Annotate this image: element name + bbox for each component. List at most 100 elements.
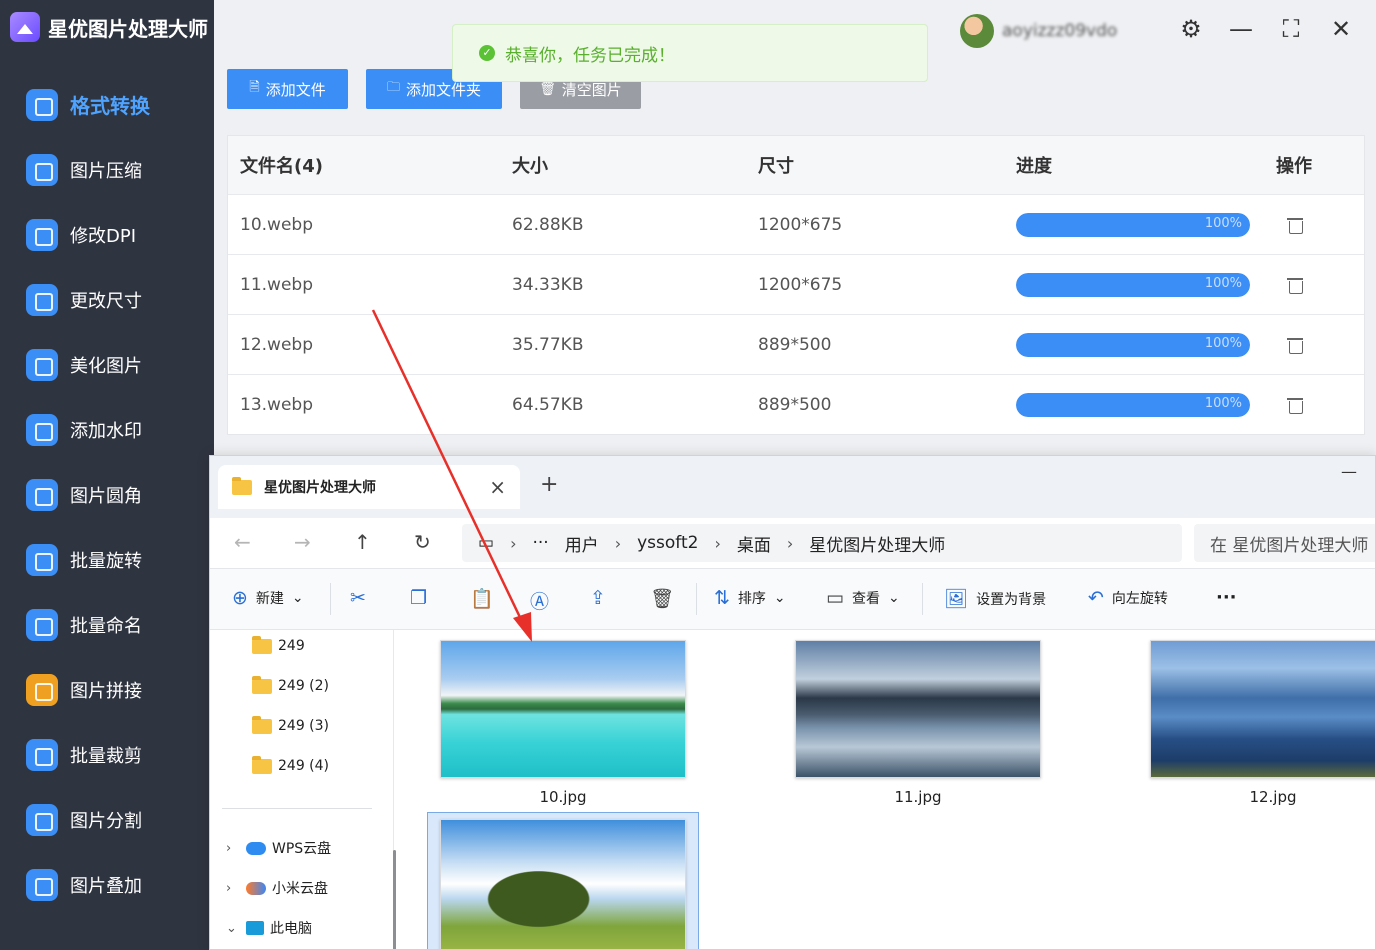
delete-row-icon[interactable]	[1286, 396, 1304, 414]
set-background-button[interactable]: 🖼 设置为背景	[944, 587, 1046, 610]
close-icon[interactable]: ✕	[1326, 14, 1356, 44]
paste-icon[interactable]: 📋	[470, 587, 494, 610]
sidebar-item-0[interactable]: 格式转换	[0, 72, 214, 137]
user-info[interactable]: aoyizzz09vdo	[960, 14, 1150, 48]
sidebar-item-10[interactable]: 批量裁剪	[0, 722, 214, 787]
share-icon[interactable]: ⇪	[590, 587, 606, 609]
tree-folder-249-4[interactable]: 249 (4)	[252, 755, 329, 774]
sidebar-item-8[interactable]: 批量命名	[0, 592, 214, 657]
file-grid: 10.jpg 11.jpg 12.jpg	[404, 630, 1375, 949]
new-button[interactable]: ⊕ 新建 ⌄	[232, 587, 304, 609]
folder-icon: 🗀	[386, 80, 400, 95]
avatar[interactable]	[960, 14, 994, 48]
tree-scrollbar[interactable]	[393, 850, 396, 949]
view-button[interactable]: ▭ 查看 ⌄	[826, 587, 900, 609]
delete-row-icon[interactable]	[1286, 216, 1304, 234]
breadcrumb-desktop[interactable]: 桌面	[737, 531, 771, 556]
breadcrumb-users[interactable]: 用户	[565, 531, 599, 556]
breadcrumb-yssoft2[interactable]: yssoft2	[637, 533, 698, 553]
sidebar-item-12[interactable]: 图片叠加	[0, 852, 214, 917]
tree-folder-249[interactable]: 249	[252, 635, 305, 654]
app-title: 星优图片处理大师	[48, 16, 208, 41]
breadcrumb-overflow[interactable]: ···	[532, 533, 548, 553]
add-file-label: 添加文件	[265, 80, 326, 99]
maximize-icon[interactable]: ⛶	[1276, 14, 1306, 44]
sidebar-item-label: 批量命名	[70, 615, 142, 637]
explorer-minimize-icon[interactable]: —	[1341, 462, 1357, 481]
divider	[696, 583, 697, 615]
table-row: 11.webp 34.33KB 1200*675 100%	[228, 254, 1364, 314]
sort-icon: ⇅	[714, 587, 730, 609]
delete-row-icon[interactable]	[1286, 336, 1304, 354]
tree-root-label: WPS云盘	[272, 841, 332, 857]
sidebar: 星优图片处理大师 格式转换 图片压缩 修改DPI 更改尺寸 美化图片 添加水印 图片圆角 批量…	[0, 0, 214, 950]
copy-icon[interactable]: ❐	[410, 587, 427, 609]
header-dimensions: 尺寸	[758, 156, 794, 177]
delete-row-icon[interactable]	[1286, 276, 1304, 294]
cell-actions	[1264, 396, 1364, 414]
forward-icon[interactable]: →	[294, 530, 311, 554]
cell-actions	[1264, 276, 1364, 294]
rotate-left-button[interactable]: ↶ 向左旋转	[1088, 587, 1168, 609]
back-icon[interactable]: ←	[234, 530, 251, 554]
sidebar-item-1[interactable]: 图片压缩	[0, 137, 214, 202]
file-item[interactable]: 11.jpg	[795, 640, 1041, 806]
progress-label: 100%	[1204, 395, 1242, 411]
new-tab-icon[interactable]: +	[540, 472, 558, 497]
refresh-icon[interactable]: ↻	[414, 530, 431, 554]
rename-icon[interactable]: Ⓐ	[530, 587, 549, 614]
sidebar-item-6[interactable]: 图片圆角	[0, 462, 214, 527]
close-tab-icon[interactable]: ×	[489, 475, 506, 499]
explorer-tab[interactable]: 星优图片处理大师 ×	[218, 465, 520, 509]
cell-actions	[1264, 336, 1364, 354]
sidebar-item-label: 格式转换	[70, 94, 150, 118]
cut-icon[interactable]: ✂	[350, 587, 366, 609]
more-options-button[interactable]: ···	[1216, 587, 1237, 608]
sidebar-item-2[interactable]: 修改DPI	[0, 202, 214, 267]
sidebar-item-7[interactable]: 批量旋转	[0, 527, 214, 592]
breadcrumb[interactable]: ▭ › ··· 用户 › yssoft2 › 桌面 › 星优图片处理大师	[462, 524, 1182, 562]
tree-this-pc[interactable]: ⌄ 此电脑	[226, 918, 312, 938]
explorer-body: 249 249 (2) 249 (3) 249 (4) › WPS云盘 › 小米…	[210, 630, 1375, 949]
settings-icon[interactable]: ⚙	[1176, 14, 1206, 44]
file-item-selected[interactable]	[427, 812, 699, 949]
search-input[interactable]: 在 星优图片处理大师	[1194, 524, 1375, 562]
cell-progress: 100%	[1004, 272, 1264, 297]
cell-dimensions: 1200*675	[758, 274, 843, 295]
file-item[interactable]: 12.jpg	[1150, 640, 1375, 806]
header-size: 大小	[512, 156, 548, 177]
compress-icon	[26, 153, 58, 186]
tree-root-label: 小米云盘	[272, 881, 328, 897]
cell-filename: 13.webp	[240, 394, 313, 415]
tree-divider	[222, 808, 372, 809]
sidebar-item-4[interactable]: 美化图片	[0, 332, 214, 397]
progress-bar: 100%	[1016, 392, 1250, 417]
monitor-icon: ▭	[478, 533, 495, 553]
chevron-right-icon[interactable]: ›	[226, 881, 240, 896]
sidebar-item-3[interactable]: 更改尺寸	[0, 267, 214, 332]
beach-thumbnail	[440, 640, 686, 778]
chevron-down-icon[interactable]: ⌄	[226, 921, 240, 936]
tree-folder-249-2[interactable]: 249 (2)	[252, 675, 329, 694]
tree-folder-label: 249	[278, 638, 305, 654]
minimize-icon[interactable]: —	[1226, 14, 1256, 44]
file-item[interactable]: 10.jpg	[440, 640, 686, 806]
tree-folder-249-3[interactable]: 249 (3)	[252, 715, 330, 734]
up-icon[interactable]: ↑	[354, 530, 371, 554]
breadcrumb-current[interactable]: 星优图片处理大师	[809, 531, 945, 556]
tree-wps-cloud[interactable]: › WPS云盘	[226, 838, 331, 858]
overlay-icon	[26, 868, 58, 901]
chevron-right-icon[interactable]: ›	[226, 841, 240, 856]
folder-icon	[252, 675, 272, 694]
add-file-button[interactable]: 🗎 添加文件	[227, 69, 348, 109]
sidebar-item-5[interactable]: 添加水印	[0, 397, 214, 462]
tree-xiaomi-cloud[interactable]: › 小米云盘	[226, 878, 328, 898]
watermark-icon	[26, 413, 58, 446]
sidebar-item-9[interactable]: 图片拼接	[0, 657, 214, 722]
sidebar-item-11[interactable]: 图片分割	[0, 787, 214, 852]
cell-progress: 100%	[1004, 332, 1264, 357]
cell-size: 64.57KB	[512, 394, 584, 415]
sort-button[interactable]: ⇅ 排序 ⌄	[714, 587, 786, 609]
tree-folder-label: 249 (3)	[278, 718, 330, 734]
delete-icon[interactable]: 🗑	[650, 587, 674, 610]
